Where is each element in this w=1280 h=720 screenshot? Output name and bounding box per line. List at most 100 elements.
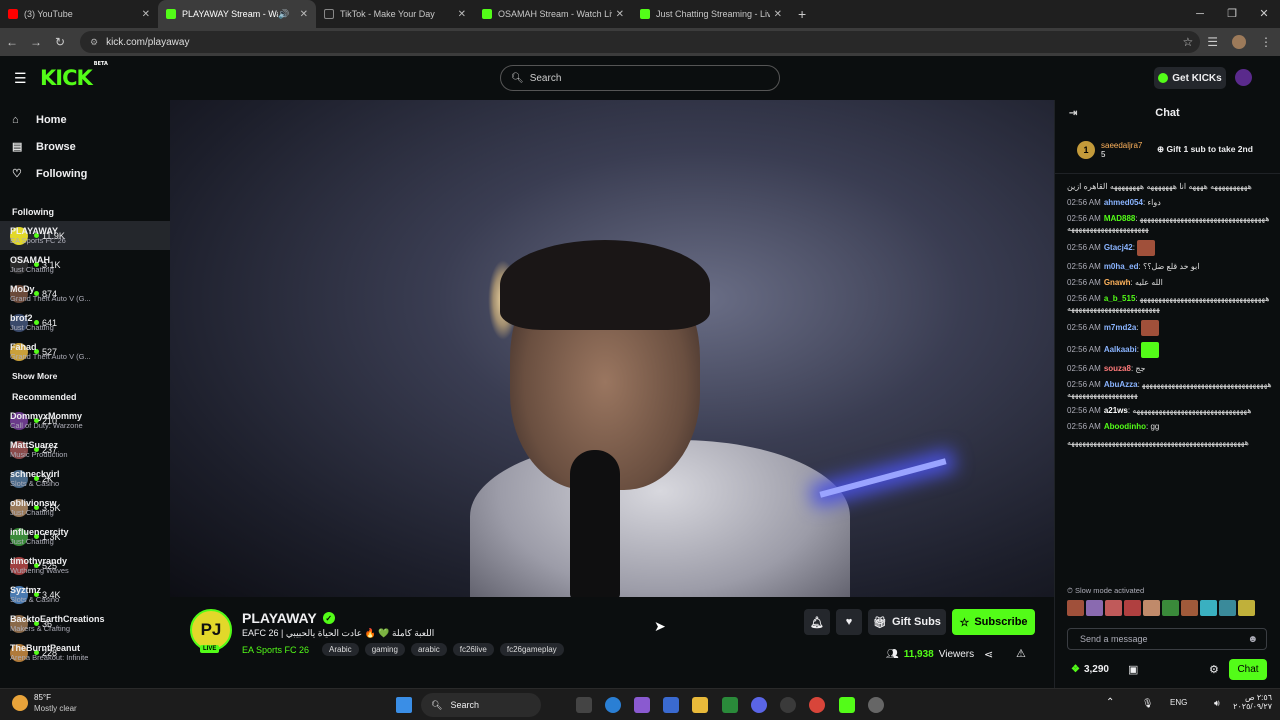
stream-tag[interactable]: Arabic — [322, 643, 359, 656]
get-kicks-button[interactable]: Get KICKs — [1154, 67, 1226, 89]
reload-icon[interactable]: ↻ — [48, 35, 72, 49]
message-username[interactable]: souza8 — [1104, 364, 1131, 373]
emote-icon[interactable] — [1200, 600, 1217, 616]
menu-icon[interactable]: ☰ — [14, 70, 27, 87]
edge-icon[interactable] — [605, 697, 621, 713]
show-more-link[interactable]: Show More — [0, 366, 170, 386]
nav-home[interactable]: ⌂ Home — [0, 106, 170, 133]
stream-tag[interactable]: gaming — [364, 643, 405, 656]
close-window-icon[interactable]: ✕ — [1248, 0, 1280, 28]
gift-subs-button[interactable]: 🎁︎ Gift Subs — [868, 609, 946, 635]
subscribe-button[interactable]: ☆ Subscribe — [952, 609, 1035, 635]
chat-send-button[interactable]: Chat — [1229, 659, 1267, 680]
new-tab-icon[interactable]: + — [798, 6, 806, 22]
tab-youtube[interactable]: (3) YouTube ✕ — [0, 0, 158, 28]
message-username[interactable]: AbuAzza — [1104, 380, 1138, 389]
settings-icon[interactable] — [868, 697, 884, 713]
taskbar-search[interactable]: 🔍︎ Search — [421, 693, 541, 717]
collapse-chat-icon[interactable]: ⇥ — [1069, 108, 1077, 119]
stream-tag[interactable]: arabic — [410, 643, 447, 656]
stream-tag[interactable]: fc26live — [452, 643, 494, 656]
message-username[interactable]: Aboodinho — [1104, 422, 1146, 431]
message-username[interactable]: a_b_515 — [1104, 294, 1136, 303]
sidebar-channel[interactable]: PLAYAWAY EA Sports FC 26 11.9K — [0, 221, 170, 250]
clock[interactable]: ٢:٥٦ ص ٢٠٢٥/٠٩/٢٧ — [1232, 693, 1272, 711]
tab-tiktok[interactable]: TikTok - Make Your Day ✕ — [316, 0, 474, 28]
close-tab-icon[interactable]: ✕ — [142, 9, 150, 20]
kick-app-icon[interactable] — [839, 697, 855, 713]
volume-icon[interactable]: 🔊︎ — [1214, 698, 1220, 709]
file-explorer-icon[interactable] — [692, 697, 708, 713]
discord-icon[interactable] — [751, 697, 767, 713]
close-tab-icon[interactable]: ✕ — [300, 9, 308, 20]
video-player[interactable] — [170, 100, 1054, 597]
emote-icon[interactable] — [1181, 600, 1198, 616]
report-icon[interactable]: ⚠ — [1016, 647, 1026, 660]
store-icon[interactable]: ▣ — [1128, 663, 1138, 676]
sidebar-channel[interactable]: influencercity Just Chatting 1.3K — [0, 522, 170, 551]
close-tab-icon[interactable]: ✕ — [774, 9, 782, 20]
copilot-icon[interactable] — [634, 697, 650, 713]
emote-icon[interactable] — [1067, 600, 1084, 616]
emote-icon[interactable] — [1238, 600, 1255, 616]
message-username[interactable]: m0ha_ed — [1104, 262, 1139, 271]
sidebar-channel[interactable]: BacktoEarthCreations Makers & Crafting 36 — [0, 609, 170, 638]
emoji-icon[interactable]: ☻ — [1247, 634, 1258, 645]
nav-following[interactable]: ♡ Following — [0, 160, 170, 187]
kick-logo[interactable]: KICKBETA — [40, 61, 108, 90]
emote-icon[interactable] — [1143, 600, 1160, 616]
xbox-icon[interactable] — [722, 697, 738, 713]
emote-icon[interactable] — [1124, 600, 1141, 616]
follow-button[interactable]: ♥ — [836, 609, 862, 635]
stream-tag[interactable]: fc26gameplay — [499, 643, 564, 656]
language-indicator[interactable]: ENG — [1170, 698, 1187, 707]
sidebar-channel[interactable]: MattSuarez Music Production 237 — [0, 435, 170, 464]
sidebar-channel[interactable]: timothyrandy Wuthering Waves 525 — [0, 551, 170, 580]
tab-just-chatting[interactable]: Just Chatting Streaming - Live ✕ — [632, 0, 790, 28]
tab-playaway[interactable]: PLAYAWAY Stream - Watch 🔊 ✕ — [158, 0, 316, 28]
streamer-name[interactable]: PLAYAWAY — [242, 610, 317, 626]
points-balance[interactable]: ❖ 3,290 — [1071, 664, 1109, 675]
reading-list-icon[interactable]: ☰ — [1207, 35, 1218, 49]
emote-icon[interactable] — [1086, 600, 1103, 616]
site-info-icon[interactable]: ⚙ — [90, 37, 98, 48]
speaker-icon[interactable]: 🔊 — [278, 9, 289, 20]
tray-chevron-icon[interactable]: ⌃ — [1106, 697, 1114, 708]
message-username[interactable]: ahmed054 — [1104, 198, 1143, 207]
share-icon[interactable]: ⋖ — [984, 648, 993, 661]
gift-to-take-second[interactable]: ⊕ Gift 1 sub to take 2nd — [1157, 144, 1253, 155]
profile-avatar[interactable] — [1232, 35, 1246, 49]
message-username[interactable]: Aalkaabi — [1104, 345, 1137, 354]
stream-category[interactable]: EA Sports FC 26 — [242, 645, 309, 655]
minimize-icon[interactable]: ─ — [1184, 0, 1216, 28]
message-username[interactable]: Gnawh — [1104, 278, 1131, 287]
chat-settings-icon[interactable]: ⚙ — [1209, 663, 1219, 676]
emote-icon[interactable] — [1162, 600, 1179, 616]
microphone-icon[interactable]: 🎙︎ — [1142, 698, 1153, 709]
url-field[interactable]: ⚙ kick.com/playaway — [80, 31, 1200, 53]
close-tab-icon[interactable]: ✕ — [616, 9, 624, 20]
forward-icon[interactable]: → — [24, 35, 48, 49]
sidebar-channel[interactable]: TheBurntPeanut Arena Breakout: Infinite 22… — [0, 638, 170, 667]
sidebar-channel[interactable]: schneckyirl Slots & Casino 2K — [0, 464, 170, 493]
steam-icon[interactable] — [780, 697, 796, 713]
emote-icon[interactable] — [1219, 600, 1236, 616]
search-input[interactable]: 🔍︎ Search — [500, 65, 780, 91]
user-avatar[interactable] — [1235, 69, 1252, 86]
leader-username[interactable]: saeedaljra7 — [1101, 141, 1142, 150]
send-message-input[interactable]: Send a message ☻ — [1067, 628, 1267, 650]
store-icon[interactable] — [663, 697, 679, 713]
nav-browse[interactable]: ▤ Browse — [0, 133, 170, 160]
sidebar-channel[interactable]: Syztmz Slots & Casino 3.4K — [0, 580, 170, 609]
windows-start-icon[interactable] — [396, 697, 412, 713]
close-tab-icon[interactable]: ✕ — [458, 9, 466, 20]
notification-bell-button[interactable]: 🔔︎ — [804, 609, 830, 635]
weather-temp[interactable]: 85°F — [34, 693, 51, 702]
message-username[interactable]: MAD888 — [1104, 214, 1136, 223]
bookmark-star-icon[interactable]: ☆ — [1182, 35, 1193, 49]
chrome-icon[interactable] — [809, 697, 825, 713]
message-username[interactable]: a21ws — [1104, 406, 1128, 415]
sidebar-channel[interactable]: brof2 Just Chatting 641 — [0, 308, 170, 337]
sidebar-channel[interactable]: OSAMAH Just Chatting 3.1K — [0, 250, 170, 279]
sidebar-channel[interactable]: oblivionsw Just Chatting 3.5K — [0, 493, 170, 522]
